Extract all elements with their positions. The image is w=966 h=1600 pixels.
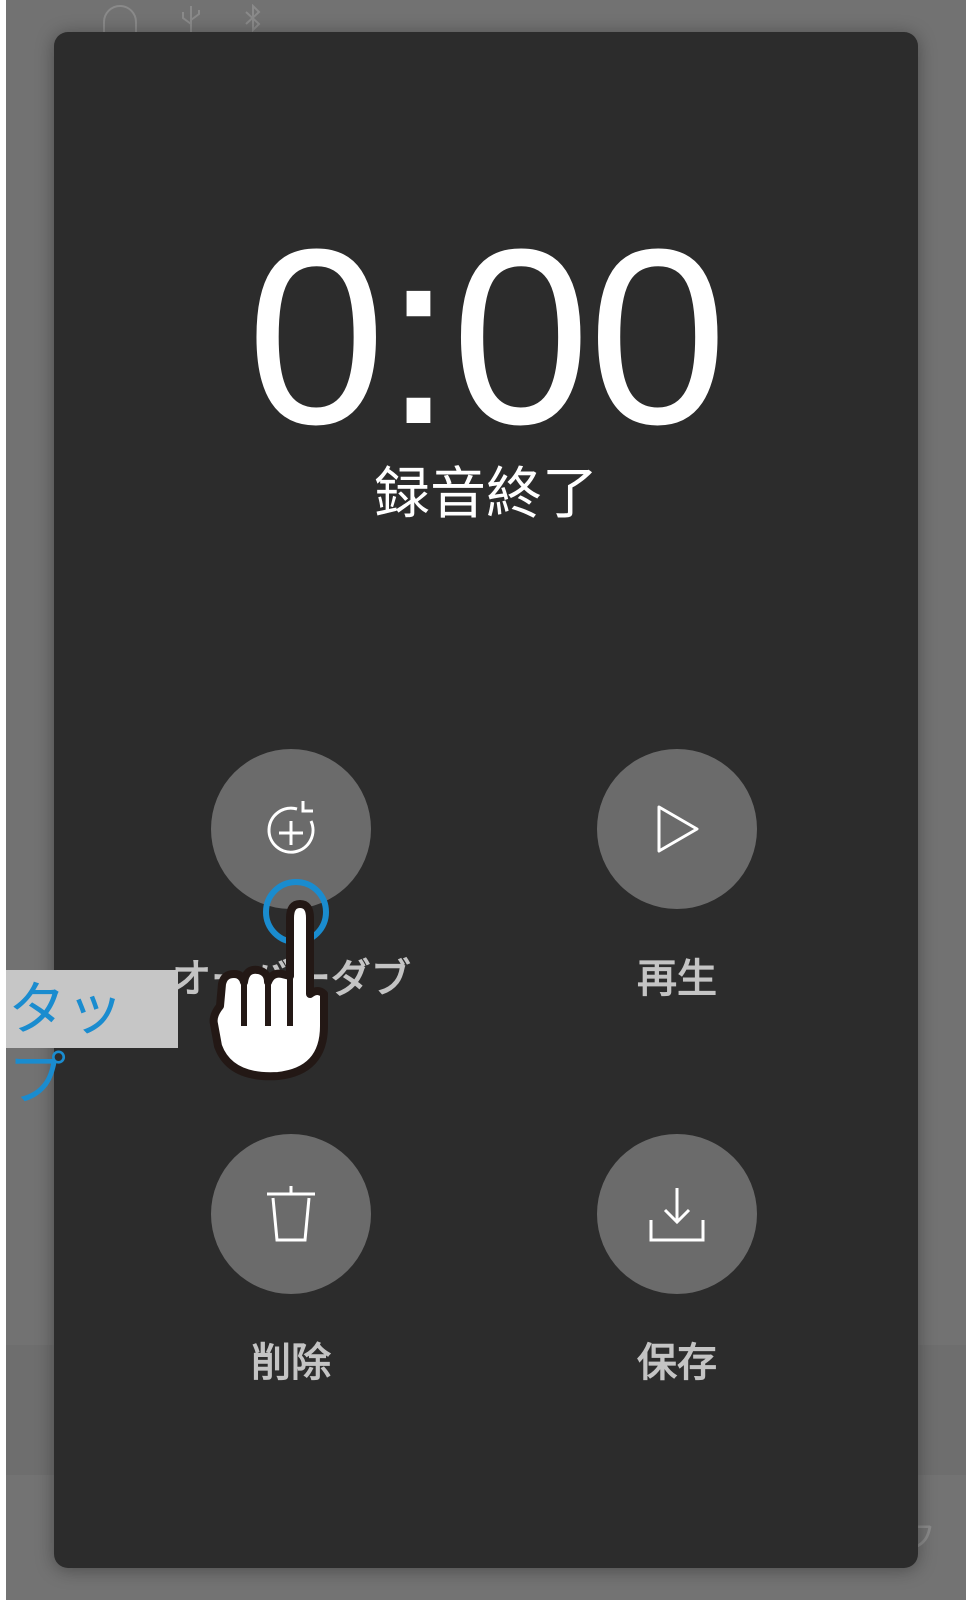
tap-annotation-text: タップ	[8, 975, 125, 1113]
usb-icon	[182, 6, 200, 32]
download-icon	[649, 1188, 705, 1242]
play-icon	[657, 805, 699, 853]
tap-annotation: タップ	[6, 970, 178, 1113]
bluetooth-icon	[245, 4, 261, 33]
delete-button[interactable]	[211, 1134, 371, 1294]
save-button[interactable]	[597, 1134, 757, 1294]
trash-icon	[267, 1186, 315, 1242]
play-label: 再生	[637, 956, 717, 1002]
headphone-icon	[103, 5, 137, 32]
recording-status: 録音終了	[374, 462, 598, 527]
save-label: 保存	[637, 1340, 717, 1386]
play-button[interactable]	[597, 749, 757, 909]
elapsed-timer: 0:00	[246, 197, 728, 476]
recording-panel: 0:00 録音終了 オーバーダブ 再生 削除 保存	[54, 32, 918, 1568]
background-status-icons	[100, 4, 264, 34]
tap-hand-icon	[209, 879, 329, 1081]
delete-label: 削除	[251, 1340, 331, 1386]
overdub-plus-icon	[267, 801, 315, 854]
